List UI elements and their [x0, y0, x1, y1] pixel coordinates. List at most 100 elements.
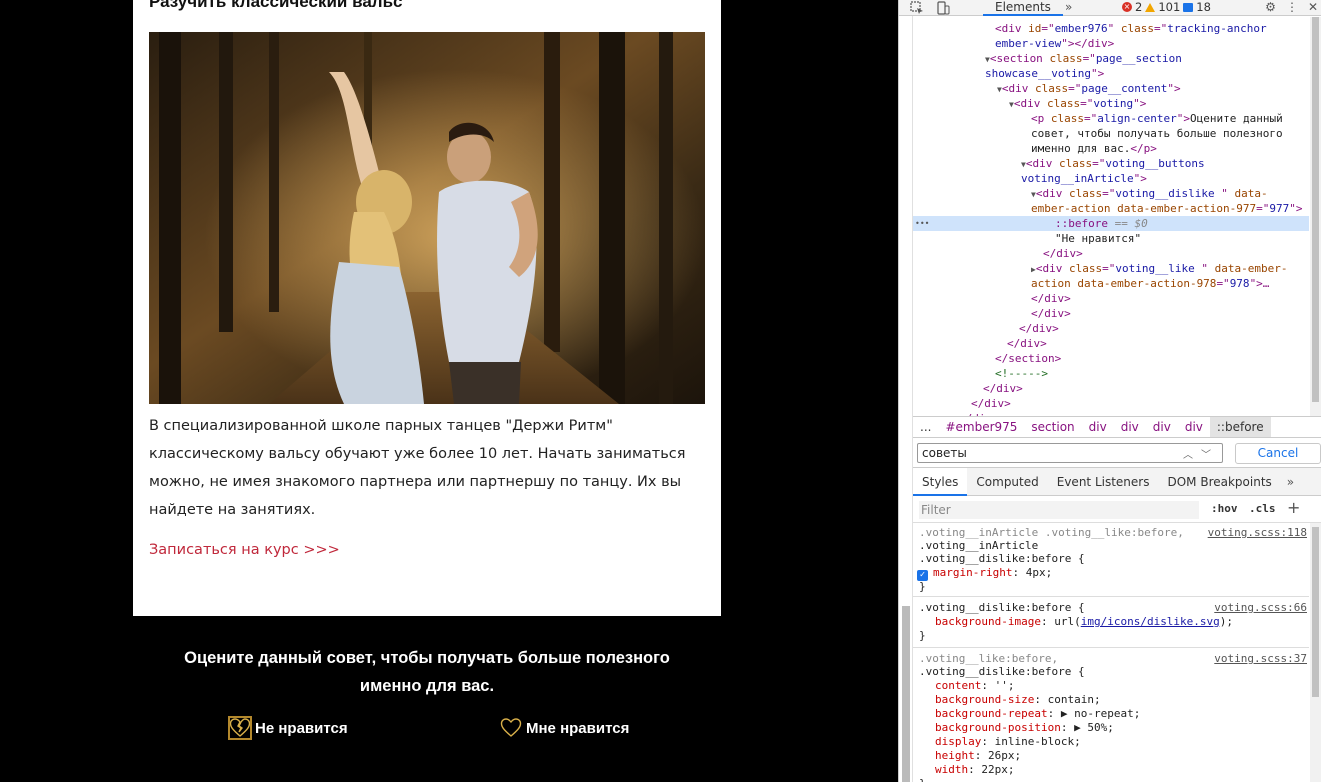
style-property[interactable]: content: ''; — [935, 679, 1014, 693]
rule-source-link[interactable]: voting.scss:37 — [1214, 652, 1307, 665]
node-actions-icon[interactable]: ••• — [915, 216, 929, 231]
resource-link[interactable]: img/icons/dislike.svg — [1081, 615, 1220, 628]
dom-node[interactable]: совет, чтобы получать больше полезного — [913, 126, 1309, 141]
page-scrollbar-thumb[interactable] — [902, 606, 910, 782]
style-property[interactable]: width: 22px; — [935, 763, 1015, 777]
dom-node[interactable]: </div> — [913, 246, 1309, 261]
subtab-dom-breakpoints[interactable]: DOM Breakpoints — [1158, 468, 1280, 496]
page-scrollbar[interactable] — [899, 16, 913, 782]
style-property[interactable]: background-position: ▶ 50%; — [935, 721, 1114, 735]
dom-node[interactable]: <!-----> — [913, 366, 1309, 381]
devtools-toolbar: Elements » × 2 101 18 ⚙ ⋮ ✕ — [899, 0, 1321, 16]
new-style-rule-icon[interactable]: + — [1287, 498, 1300, 517]
rule-close-brace: } — [919, 580, 926, 593]
more-subtabs-icon[interactable]: » — [1281, 475, 1300, 489]
style-property[interactable]: display: inline-block; — [935, 735, 1081, 749]
voting-section: Оцените данный совет, чтобы получать бол… — [133, 644, 721, 740]
rule-selector: .voting__inArticle .voting__like:before, — [919, 526, 1184, 539]
dom-node[interactable]: <div id="ember976" class="tracking-ancho… — [913, 21, 1309, 36]
dom-node[interactable]: ▼<div class="voting"> — [913, 96, 1309, 111]
rule-close-brace: } — [919, 629, 926, 642]
dom-node[interactable]: </div> — [913, 336, 1309, 351]
more-tabs-icon[interactable]: » — [1065, 0, 1072, 14]
info-icon — [1183, 2, 1194, 12]
dom-node[interactable]: ember-view"></div> — [913, 36, 1309, 51]
style-property[interactable]: background-size: contain; — [935, 693, 1101, 707]
dom-node[interactable]: </section> — [913, 351, 1309, 366]
dom-node[interactable]: </div> — [913, 306, 1309, 321]
rule-close-brace: } — [919, 777, 926, 782]
broken-heart-icon — [228, 716, 252, 740]
dom-node[interactable]: ember-action data-ember-action-977="977"… — [913, 201, 1309, 216]
subtab-styles[interactable]: Styles — [913, 467, 968, 496]
rule-source-link[interactable]: voting.scss:66 — [1214, 601, 1307, 614]
style-property[interactable]: height: 26px; — [935, 749, 1021, 763]
dom-tree-scrollbar-thumb[interactable] — [1312, 17, 1319, 402]
close-icon[interactable]: ✕ — [1308, 0, 1318, 14]
inspect-element-icon[interactable] — [909, 0, 925, 15]
dom-node[interactable]: </div> — [913, 396, 1309, 411]
gear-icon[interactable]: ⚙ — [1265, 0, 1276, 14]
breadcrumb: ... #ember975 section div div div div::before — [913, 416, 1321, 438]
style-rule: .voting__like:before, voting.scss:37 .voti… — [913, 649, 1309, 782]
subtab-computed[interactable]: Computed — [967, 468, 1047, 496]
device-toolbar-icon[interactable] — [935, 0, 951, 15]
breadcrumb-item[interactable]: div — [1114, 420, 1146, 434]
dom-node[interactable]: ▼<div class="voting__buttons — [913, 156, 1309, 171]
dom-tree-scrollbar[interactable] — [1310, 17, 1321, 416]
styles-filter-input[interactable]: Filter — [919, 501, 1199, 519]
like-button[interactable]: Мне нравится — [500, 717, 629, 739]
style-property[interactable]: background-repeat: ▶ no-repeat; — [935, 707, 1140, 721]
style-property[interactable]: background-image: url(img/icons/dislike.… — [935, 615, 1233, 629]
find-nav-arrows[interactable]: ︿﹀ — [1183, 446, 1219, 461]
page-viewport: Разучить классический вальс В специализи… — [0, 0, 898, 782]
styles-pane: .voting__inArticle .voting__like:before,… — [913, 523, 1309, 782]
breadcrumb-item[interactable]: section — [1024, 420, 1081, 434]
voting-prompt: Оцените данный совет, чтобы получать бол… — [133, 644, 721, 700]
rule-selector: .voting__dislike:before { — [919, 601, 1085, 614]
voting-prompt-line2: именно для вас. — [359, 677, 495, 695]
breadcrumb-item[interactable]: ... — [913, 420, 938, 434]
dom-node[interactable]: </div> — [913, 381, 1309, 396]
article-title: Разучить классический вальс — [149, 0, 403, 11]
style-property[interactable]: ✓ margin-right: 4px; — [917, 566, 1052, 581]
hov-toggle[interactable]: :hov — [1211, 502, 1238, 515]
cls-toggle[interactable]: .cls — [1249, 502, 1276, 515]
dom-node[interactable]: showcase__voting"> — [913, 66, 1309, 81]
rule-selector: .voting__dislike:before { — [919, 665, 1085, 678]
dislike-button[interactable]: Не нравится — [228, 716, 348, 740]
dom-node[interactable]: ▼<div class="voting__dislike " data- — [913, 186, 1309, 201]
dom-node[interactable]: именно для вас.</p> — [913, 141, 1309, 156]
enroll-course-link[interactable]: Записаться на курс >>> — [149, 542, 340, 558]
dom-node[interactable]: voting__inArticle"> — [913, 171, 1309, 186]
dom-node[interactable]: action data-ember-action-978="978">… — [913, 276, 1309, 291]
breadcrumb-item[interactable]: ::before — [1209, 417, 1271, 437]
subtab-event-listeners[interactable]: Event Listeners — [1048, 468, 1159, 496]
article-body: В специализированной школе парных танцев… — [149, 418, 686, 518]
dom-node[interactable]: ▼<div class="page__content"> — [913, 81, 1309, 96]
dom-node[interactable]: </div> — [913, 291, 1309, 306]
dom-node[interactable]: ▼<section class="page__section — [913, 51, 1309, 66]
issue-counters[interactable]: × 2 101 18 — [1122, 0, 1211, 14]
styles-scrollbar[interactable] — [1310, 523, 1321, 782]
dom-node-selected[interactable]: •••::before == $0 — [913, 216, 1309, 231]
dom-node[interactable]: "Не нравится" — [913, 231, 1309, 246]
dom-node[interactable]: ▶<div class="voting__like " data-ember- — [913, 261, 1309, 276]
find-input[interactable]: советы — [917, 443, 1223, 463]
warning-icon — [1145, 2, 1156, 12]
rule-source-link[interactable]: voting.scss:118 — [1208, 526, 1307, 539]
breadcrumb-item[interactable]: div — [1146, 420, 1178, 434]
tab-elements[interactable]: Elements — [983, 0, 1063, 16]
breadcrumb-item[interactable]: div — [1178, 420, 1210, 434]
styles-subtabs: Styles Computed Event Listeners DOM Breakpo… — [913, 467, 1321, 496]
cancel-button[interactable]: Cancel — [1235, 443, 1321, 464]
dom-node[interactable]: <p class="align-center">Оцените данный — [913, 111, 1309, 126]
dom-node[interactable]: </div> — [913, 321, 1309, 336]
styles-scrollbar-thumb[interactable] — [1312, 527, 1319, 697]
kebab-menu-icon[interactable]: ⋮ — [1286, 0, 1298, 14]
rule-selector: .voting__like:before, — [919, 652, 1059, 665]
breadcrumb-item[interactable]: #ember975 — [938, 420, 1024, 434]
style-rule: .voting__dislike:before { voting.scss:66 b… — [913, 598, 1309, 648]
breadcrumb-item[interactable]: div — [1082, 420, 1114, 434]
find-bar: советы ︿﹀ Cancel — [913, 438, 1321, 468]
